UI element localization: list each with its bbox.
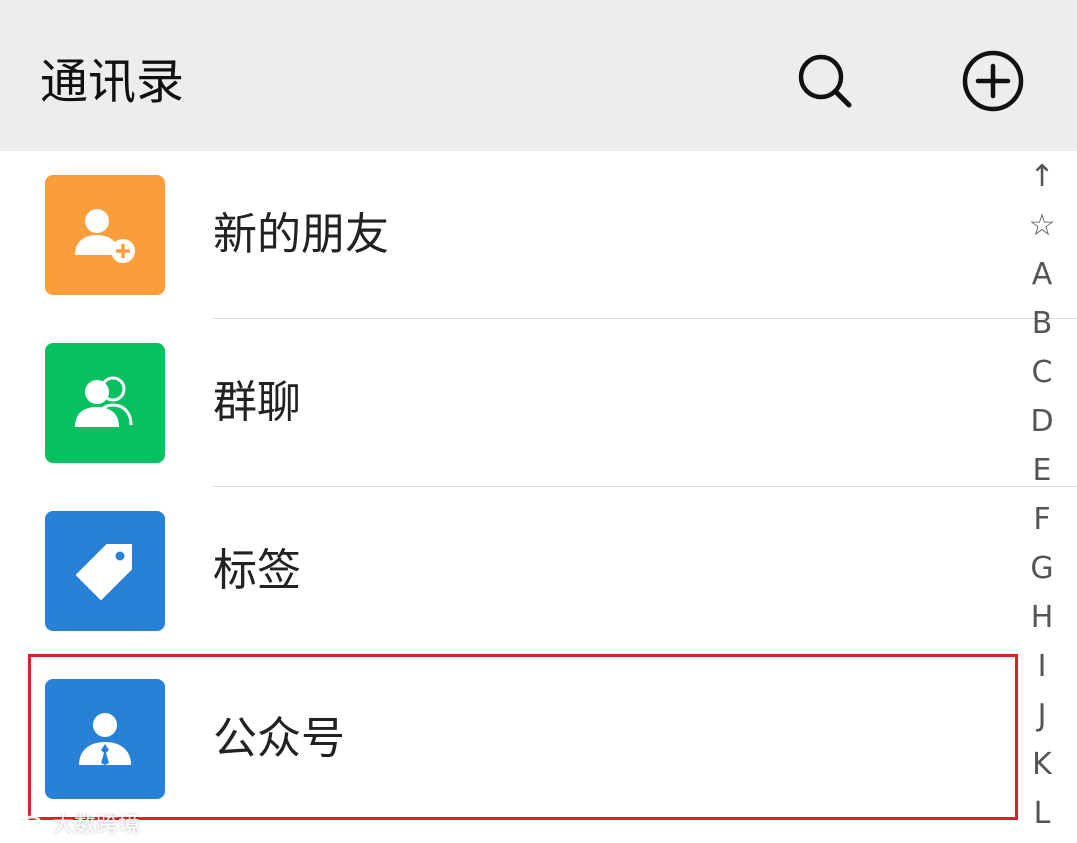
index-letter[interactable]: A: [1020, 250, 1064, 299]
index-letter[interactable]: I: [1020, 642, 1064, 691]
index-letter[interactable]: J: [1020, 691, 1064, 740]
list-item-tags[interactable]: 标签: [0, 487, 1020, 655]
list-item-label: 新的朋友: [213, 209, 389, 260]
official-account-icon: [79, 713, 131, 765]
list-item-official-accounts[interactable]: 公众号: [0, 655, 1020, 823]
index-letter[interactable]: B: [1020, 299, 1064, 348]
list-item-label: 标签: [213, 545, 301, 596]
index-letter[interactable]: G: [1020, 544, 1064, 593]
group-chats-tile: [45, 343, 165, 463]
tags-tile: [45, 511, 165, 631]
alphabet-index-bar[interactable]: ↑ ☆ A B C D E F G H I J K L: [1020, 152, 1064, 842]
add-button[interactable]: [958, 46, 1028, 116]
new-friends-tile: [45, 175, 165, 295]
top-bar: 通讯录: [0, 0, 1077, 151]
group-chat-icon: [75, 376, 133, 427]
watermark-text: 大数跨境: [52, 813, 141, 838]
index-letter[interactable]: D: [1020, 397, 1064, 446]
tag-icon: [76, 544, 132, 600]
index-letter[interactable]: E: [1020, 446, 1064, 495]
index-letter[interactable]: F: [1020, 495, 1064, 544]
official-accounts-tile: [45, 679, 165, 799]
page-title: 通讯录: [40, 54, 185, 110]
index-top[interactable]: ↑: [1020, 152, 1064, 201]
index-starred[interactable]: ☆: [1020, 201, 1064, 250]
list-item-group-chats[interactable]: 群聊: [0, 319, 1020, 487]
index-letter[interactable]: C: [1020, 348, 1064, 397]
watermark: 大数跨境: [6, 806, 140, 840]
list-item-label: 公众号: [213, 713, 345, 764]
plus-circle-icon: [962, 50, 1024, 112]
index-letter[interactable]: K: [1020, 740, 1064, 789]
search-button[interactable]: [790, 46, 860, 116]
add-friend-icon: [75, 209, 135, 263]
search-icon: [798, 54, 852, 108]
watermark-logo-icon: [6, 811, 42, 836]
list-item-label: 群聊: [213, 377, 301, 428]
index-letter[interactable]: L: [1020, 789, 1064, 838]
index-letter[interactable]: H: [1020, 593, 1064, 642]
list-item-new-friends[interactable]: 新的朋友: [0, 151, 1020, 319]
